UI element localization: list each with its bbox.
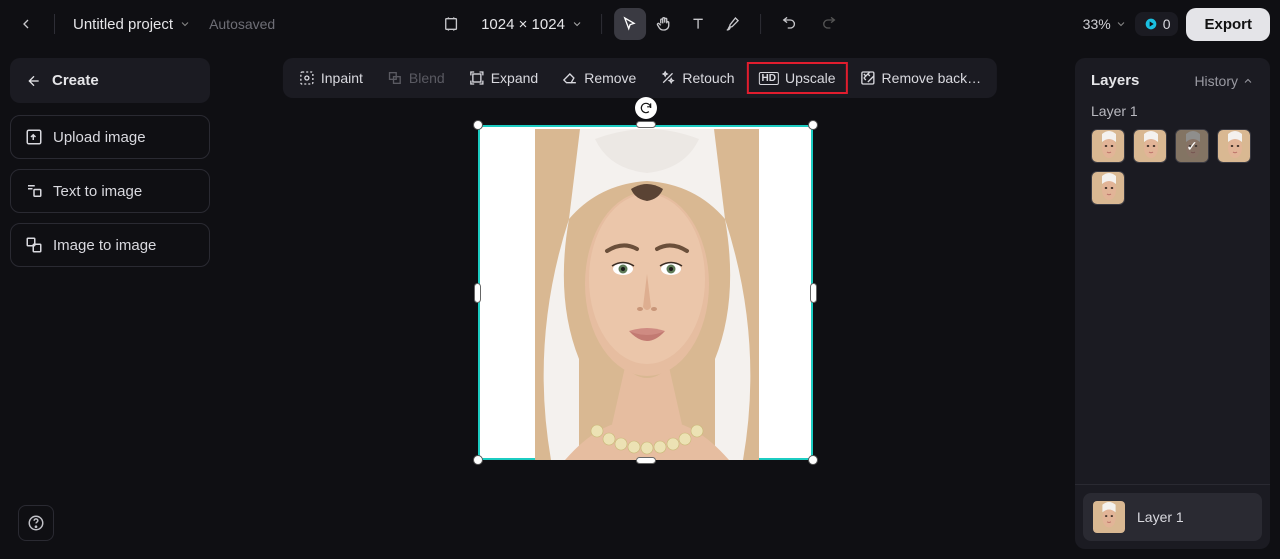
active-layer-name: Layer 1	[1075, 103, 1270, 129]
pan-tool[interactable]	[648, 8, 680, 40]
remove-bg-icon	[860, 70, 876, 86]
blend-label: Blend	[409, 70, 445, 86]
workspace: Create Upload image Text to image Image …	[0, 48, 1280, 559]
image-to-image-label: Image to image	[53, 237, 156, 254]
resize-handle-b[interactable]	[636, 457, 656, 464]
undo-button[interactable]	[773, 8, 805, 40]
topbar-center: 1024 × 1024	[435, 8, 845, 40]
retouch-icon	[660, 70, 676, 86]
text-tool[interactable]	[682, 8, 714, 40]
create-panel: Create Upload image Text to image Image …	[10, 58, 210, 267]
upload-image-button[interactable]: Upload image	[10, 115, 210, 159]
inpaint-button[interactable]: Inpaint	[287, 62, 375, 94]
text-to-image-icon	[25, 182, 43, 200]
help-icon	[27, 514, 45, 532]
canvas-image	[535, 129, 759, 460]
remove-button[interactable]: Remove	[550, 62, 648, 94]
upscale-button[interactable]: HD Upscale	[747, 62, 848, 94]
layer-row-name: Layer 1	[1137, 509, 1184, 525]
dimensions-text: 1024 × 1024	[481, 16, 565, 33]
context-toolbar: Inpaint Blend Expand Remove Retouch HD U…	[283, 58, 997, 98]
upscale-label: Upscale	[785, 70, 836, 86]
blend-icon	[387, 70, 403, 86]
selection-outline	[478, 125, 813, 460]
hd-icon: HD	[759, 72, 779, 85]
dimensions-select[interactable]: 1024 × 1024	[475, 12, 589, 37]
help-button[interactable]	[18, 505, 54, 541]
topbar-right: 33% 0 Export	[1083, 8, 1270, 41]
tool-group	[614, 8, 748, 40]
project-title-text: Untitled project	[73, 16, 173, 33]
expand-button[interactable]: Expand	[457, 62, 550, 94]
zoom-text: 33%	[1083, 16, 1111, 32]
text-to-image-label: Text to image	[53, 183, 142, 200]
history-toggle[interactable]: History	[1194, 73, 1254, 89]
brush-tool[interactable]	[716, 8, 748, 40]
rotate-handle[interactable]	[635, 97, 657, 119]
credits-pill[interactable]: 0	[1135, 12, 1179, 36]
remove-label: Remove	[584, 70, 636, 86]
retouch-button[interactable]: Retouch	[648, 62, 746, 94]
layers-panel: Layers History Layer 1 Layer 1	[1075, 58, 1270, 549]
divider	[54, 14, 55, 34]
topbar: Untitled project Autosaved 1024 × 1024	[0, 0, 1280, 48]
upload-image-label: Upload image	[53, 129, 146, 146]
text-to-image-button[interactable]: Text to image	[10, 169, 210, 213]
canvas-size-icon[interactable]	[435, 8, 467, 40]
chevron-down-icon	[571, 18, 583, 30]
generation-thumbnails	[1075, 129, 1270, 484]
expand-icon	[469, 70, 485, 86]
generation-thumb[interactable]	[1091, 171, 1125, 205]
divider	[601, 14, 602, 34]
history-label: History	[1194, 73, 1238, 89]
resize-handle-l[interactable]	[474, 283, 481, 303]
resize-handle-t[interactable]	[636, 121, 656, 128]
autosaved-status: Autosaved	[209, 16, 275, 32]
rotate-icon	[639, 101, 653, 115]
back-button[interactable]	[10, 8, 42, 40]
canvas-selection[interactable]	[478, 125, 813, 460]
retouch-label: Retouch	[682, 70, 734, 86]
chevron-down-icon	[1115, 18, 1127, 30]
select-tool[interactable]	[614, 8, 646, 40]
credits-count: 0	[1163, 16, 1171, 32]
generation-thumb[interactable]	[1091, 129, 1125, 163]
inpaint-label: Inpaint	[321, 70, 363, 86]
inpaint-icon	[299, 70, 315, 86]
divider	[760, 14, 761, 34]
redo-button[interactable]	[813, 8, 845, 40]
layer-thumb	[1093, 501, 1125, 533]
layer-list: Layer 1	[1075, 484, 1270, 549]
project-title[interactable]: Untitled project	[67, 12, 197, 37]
blend-button: Blend	[375, 62, 457, 94]
arrow-left-icon	[26, 73, 42, 89]
generation-thumb[interactable]	[1133, 129, 1167, 163]
remove-bg-label: Remove back…	[882, 70, 982, 86]
resize-handle-bl[interactable]	[473, 455, 483, 465]
topbar-left: Untitled project Autosaved	[10, 8, 275, 40]
generation-thumb[interactable]	[1175, 129, 1209, 163]
resize-handle-br[interactable]	[808, 455, 818, 465]
expand-label: Expand	[491, 70, 538, 86]
image-to-image-button[interactable]: Image to image	[10, 223, 210, 267]
create-title: Create	[52, 72, 99, 89]
export-button[interactable]: Export	[1186, 8, 1270, 41]
zoom-select[interactable]: 33%	[1083, 16, 1127, 32]
resize-handle-tl[interactable]	[473, 120, 483, 130]
image-to-image-icon	[25, 236, 43, 254]
remove-background-button[interactable]: Remove back…	[848, 62, 994, 94]
chevron-down-icon	[179, 18, 191, 30]
create-toggle[interactable]: Create	[10, 58, 210, 103]
credits-icon	[1143, 16, 1159, 32]
resize-handle-tr[interactable]	[808, 120, 818, 130]
generation-thumb[interactable]	[1217, 129, 1251, 163]
upload-icon	[25, 128, 43, 146]
export-label: Export	[1204, 16, 1252, 33]
layer-row[interactable]: Layer 1	[1083, 493, 1262, 541]
chevron-up-icon	[1242, 75, 1254, 87]
eraser-icon	[562, 70, 578, 86]
layers-title: Layers	[1091, 72, 1139, 89]
resize-handle-r[interactable]	[810, 283, 817, 303]
